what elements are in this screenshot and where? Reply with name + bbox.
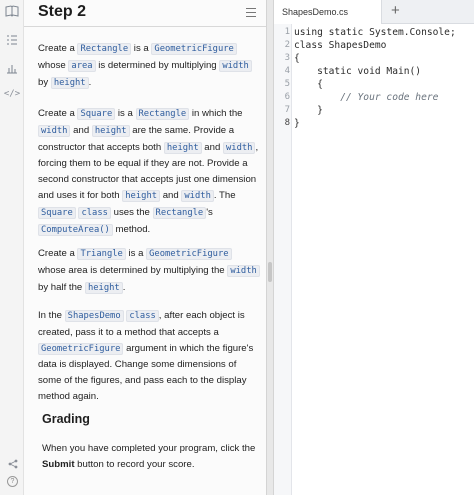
line-number: 1 — [284, 27, 290, 37]
code-line[interactable]: static void Main() — [294, 66, 421, 77]
line-number: 2 — [284, 40, 290, 50]
code-line[interactable]: } — [294, 105, 323, 116]
line-gutter: 1 2 3 4 5 6 7 8 — [274, 24, 292, 495]
line-number: 3 — [284, 53, 290, 63]
header-divider — [24, 26, 266, 27]
code-line-comment[interactable]: // Your code here — [294, 92, 438, 103]
line-number: 6 — [284, 92, 290, 102]
chart-icon[interactable] — [3, 60, 21, 76]
grading-heading: Grading — [42, 412, 90, 426]
code-line[interactable]: } — [294, 118, 300, 129]
splitter-grip[interactable] — [268, 262, 272, 282]
paragraph-grading: When you have completed your program, cl… — [42, 443, 256, 470]
code-line[interactable]: using static System.Console; — [294, 27, 456, 38]
line-number: 5 — [284, 79, 290, 89]
panel-splitter[interactable] — [266, 0, 274, 495]
paragraph-square: Create a Square is a Rectangle in which … — [38, 108, 259, 236]
step-title: Step 2 — [38, 3, 87, 20]
add-tab-button[interactable]: + — [391, 2, 400, 19]
code-line[interactable]: class ShapesDemo — [294, 40, 386, 51]
line-number: 7 — [284, 105, 290, 115]
icon-rail: </> — [0, 0, 24, 495]
code-editor[interactable]: ShapesDemo.cs + 1 2 3 4 5 6 7 8 using st… — [274, 0, 474, 495]
line-number: 8 — [284, 118, 290, 128]
code-line[interactable]: { — [294, 53, 300, 64]
paragraph-rectangle: Create a Rectangle is a GeometricFigure … — [38, 41, 260, 91]
help-icon[interactable]: ? — [7, 476, 18, 487]
paragraph-shapesdemo: In the ShapesDemo class, after each obje… — [38, 310, 254, 402]
line-number: 4 — [284, 66, 290, 76]
list-icon[interactable] — [3, 32, 21, 48]
book-icon[interactable] — [3, 3, 21, 19]
paragraph-triangle: Create a Triangle is a GeometricFigure w… — [38, 246, 260, 296]
editor-tabbar: ShapesDemo.cs + — [274, 0, 474, 24]
instructions-panel: Step 2 Create a Rectangle is a Geometric… — [24, 0, 266, 495]
code-icon[interactable]: </> — [3, 86, 21, 102]
tab-shapesdemo[interactable]: ShapesDemo.cs — [274, 0, 382, 24]
share-icon[interactable] — [8, 456, 18, 469]
menu-icon[interactable] — [246, 8, 256, 18]
code-line[interactable]: { — [294, 79, 323, 90]
